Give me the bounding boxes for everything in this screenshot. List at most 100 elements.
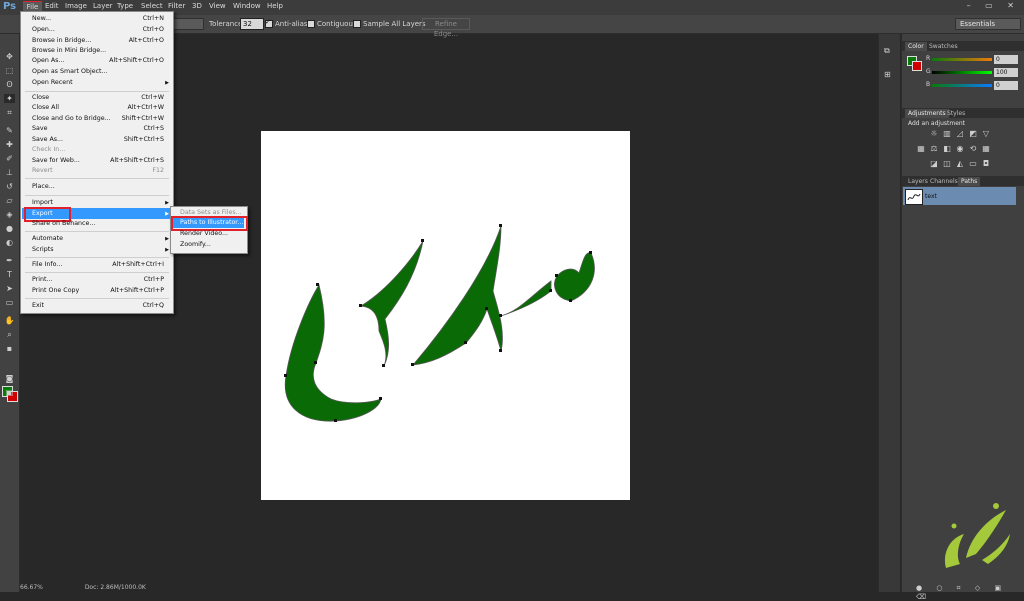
menu-layer[interactable]: Layer xyxy=(93,2,113,10)
menu-type[interactable]: Type xyxy=(117,2,133,10)
blur-tool-icon[interactable]: ● xyxy=(4,224,15,233)
menu-print-one-copy[interactable]: Print One Copy xyxy=(32,287,79,294)
screen-mode-icon[interactable]: ▣ xyxy=(4,388,15,397)
tab-adjustments[interactable]: Adjustments xyxy=(905,109,949,118)
quick-mask-icon[interactable]: ◙ xyxy=(4,374,15,383)
lasso-tool-icon[interactable]: ʘ xyxy=(4,80,15,89)
healing-brush-icon[interactable]: ✚ xyxy=(4,140,15,149)
r-slider[interactable] xyxy=(932,58,992,61)
history-brush-icon[interactable]: ↺ xyxy=(4,182,15,191)
color-lookup-icon[interactable]: ▦ xyxy=(982,145,990,153)
menu-close[interactable]: Close xyxy=(32,94,49,101)
paint-bucket-icon[interactable]: ◈ xyxy=(4,210,15,219)
menu-save-as[interactable]: Save As... xyxy=(32,136,63,143)
menu-share-behance[interactable]: Share on Behance... xyxy=(32,220,95,227)
b-slider[interactable] xyxy=(932,84,992,87)
menu-close-go-bridge[interactable]: Close and Go to Bridge... xyxy=(32,115,111,122)
zoom-level[interactable]: 66.67% xyxy=(20,584,43,591)
submenu-render-video[interactable]: Render Video... xyxy=(180,230,228,237)
brush-tool-icon[interactable]: ✐ xyxy=(4,154,15,163)
menu-help[interactable]: Help xyxy=(267,2,283,10)
menu-new[interactable]: New... xyxy=(32,15,51,22)
menu-browse-bridge[interactable]: Browse in Bridge... xyxy=(32,37,91,44)
contiguous-checkbox[interactable] xyxy=(307,20,315,28)
color-bg-swatch[interactable] xyxy=(912,61,922,71)
menu-open-recent[interactable]: Open Recent xyxy=(32,79,73,86)
menu-place[interactable]: Place... xyxy=(32,183,55,190)
marquee-tool-icon[interactable]: ⬚ xyxy=(4,66,15,75)
dodge-tool-icon[interactable]: ◐ xyxy=(4,238,15,247)
path-selection-icon[interactable]: ➤ xyxy=(4,284,15,293)
black-white-icon[interactable]: ◧ xyxy=(943,145,951,153)
refine-edge-button[interactable]: Refine Edge... xyxy=(422,18,470,38)
menu-view[interactable]: View xyxy=(209,2,226,10)
tab-paths[interactable]: Paths xyxy=(958,177,981,186)
doc-size: Doc: 2.86M/1000.0K xyxy=(84,584,146,591)
r-value[interactable]: 0 xyxy=(994,55,1018,64)
menu-close-all[interactable]: Close All xyxy=(32,104,59,111)
menu-scripts[interactable]: Scripts xyxy=(32,246,54,253)
menu-exit[interactable]: Exit xyxy=(32,302,44,309)
menu-open-smart-object[interactable]: Open as Smart Object... xyxy=(32,68,108,75)
posterize-icon[interactable]: ◫ xyxy=(943,160,951,168)
photo-filter-icon[interactable]: ◉ xyxy=(956,145,964,153)
workspace-dropdown[interactable]: Essentials xyxy=(955,18,1021,30)
anti-alias-checkbox[interactable] xyxy=(265,18,273,28)
menu-save-for-web[interactable]: Save for Web... xyxy=(32,157,80,164)
gradient-map-icon[interactable]: ▭ xyxy=(969,160,977,168)
move-tool-icon[interactable]: ✥ xyxy=(4,52,15,61)
curves-icon[interactable]: ◿ xyxy=(956,130,964,138)
crop-tool-icon[interactable]: ⌗ xyxy=(4,108,15,117)
tab-swatches[interactable]: Swatches xyxy=(926,42,961,51)
color-balance-icon[interactable]: ⚖ xyxy=(930,145,938,153)
b-value[interactable]: 0 xyxy=(994,81,1018,90)
menu-print[interactable]: Print... xyxy=(32,276,53,283)
zoom-tool-icon[interactable]: ⌕ xyxy=(4,330,15,339)
properties-panel-icon[interactable]: ⊞ xyxy=(884,70,891,79)
vibrance-icon[interactable]: ▽ xyxy=(982,130,990,138)
g-value[interactable]: 100 xyxy=(994,68,1018,77)
menu-save[interactable]: Save xyxy=(32,125,47,132)
type-tool-icon[interactable]: T xyxy=(4,270,15,279)
tab-channels[interactable]: Channels xyxy=(927,177,961,186)
channel-mixer-icon[interactable]: ⟲ xyxy=(969,145,977,153)
menu-window[interactable]: Window xyxy=(233,2,261,10)
menu-image[interactable]: Image xyxy=(65,2,87,10)
invert-icon[interactable]: ◪ xyxy=(930,160,938,168)
hand-tool-icon[interactable]: ✋ xyxy=(4,316,15,325)
menu-import[interactable]: Import xyxy=(32,199,53,206)
levels-icon[interactable]: ▥ xyxy=(943,130,951,138)
default-colors-icon[interactable]: ▪ xyxy=(4,344,15,353)
menu-file-info[interactable]: File Info... xyxy=(32,261,62,268)
tab-styles[interactable]: Styles xyxy=(944,109,968,118)
shape-tool-icon[interactable]: ▭ xyxy=(4,298,15,307)
g-slider[interactable] xyxy=(932,71,992,74)
window-controls[interactable]: – ▭ ✕ xyxy=(967,1,1020,10)
magic-wand-tool-icon[interactable]: ✦ xyxy=(4,94,15,103)
path-action-icons[interactable]: ● ○ ⌗ ◇ ▣ ⌫ xyxy=(916,584,1024,601)
pen-tool-icon[interactable]: ✒ xyxy=(4,256,15,265)
tab-color[interactable]: Color xyxy=(905,42,927,51)
hue-saturation-icon[interactable]: ▦ xyxy=(917,145,925,153)
menu-automate[interactable]: Automate xyxy=(32,235,63,242)
menu-edit[interactable]: Edit xyxy=(45,2,59,10)
menu-select[interactable]: Select xyxy=(141,2,163,10)
menu-3d[interactable]: 3D xyxy=(192,2,202,10)
brightness-icon[interactable]: ☼ xyxy=(930,130,938,138)
eraser-tool-icon[interactable]: ▱ xyxy=(4,196,15,205)
submenu-zoomify[interactable]: Zoomify... xyxy=(180,241,211,248)
exposure-icon[interactable]: ◩ xyxy=(969,130,977,138)
document-canvas[interactable] xyxy=(261,131,630,500)
menu-filter[interactable]: Filter xyxy=(168,2,185,10)
history-panel-icon[interactable]: ⧉ xyxy=(884,46,890,56)
menu-open-as[interactable]: Open As... xyxy=(32,57,64,64)
menu-open[interactable]: Open... xyxy=(32,26,55,33)
threshold-icon[interactable]: ◭ xyxy=(956,160,964,168)
selective-color-icon[interactable]: ◘ xyxy=(982,160,990,168)
menu-browse-mini-bridge[interactable]: Browse in Mini Bridge... xyxy=(32,47,106,54)
tolerance-input[interactable]: 32 xyxy=(240,18,264,30)
clone-stamp-icon[interactable]: ⊥ xyxy=(4,168,15,177)
sample-all-checkbox[interactable] xyxy=(353,20,361,28)
eyedropper-tool-icon[interactable]: ✎ xyxy=(4,126,15,135)
selection-mode-dropdown[interactable] xyxy=(172,18,204,30)
